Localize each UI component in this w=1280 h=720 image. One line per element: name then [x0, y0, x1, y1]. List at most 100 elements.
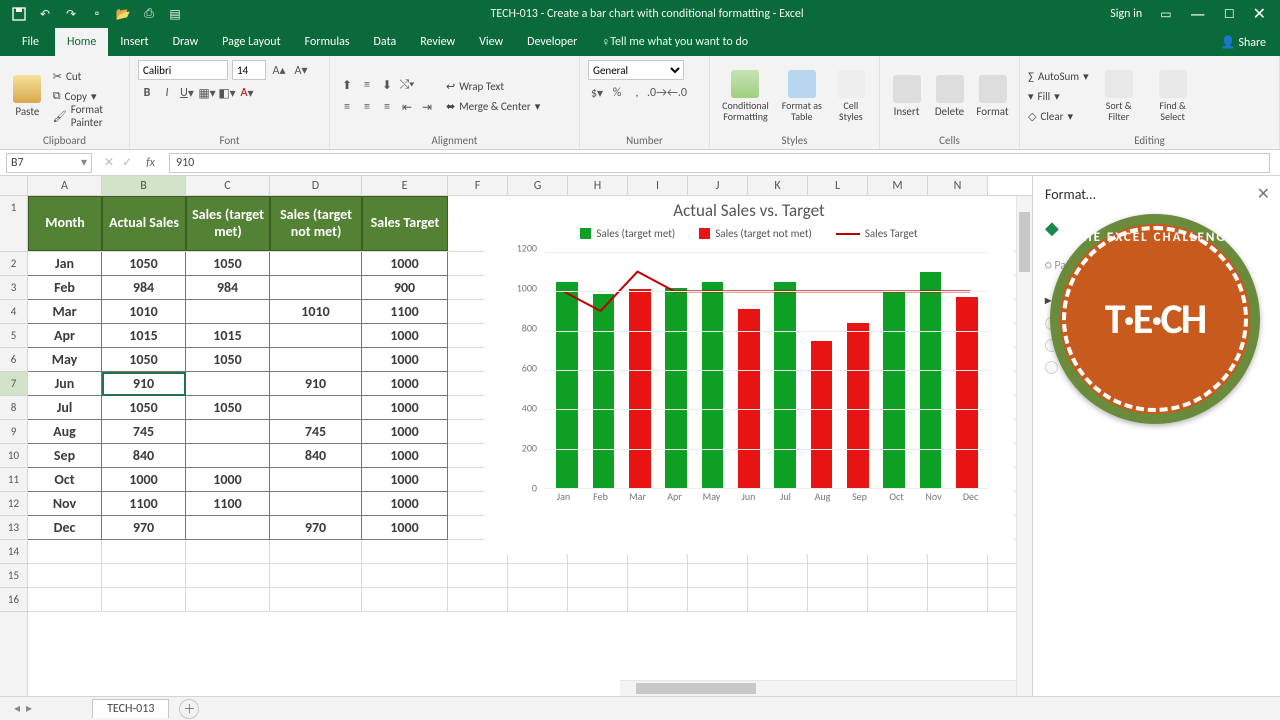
- colhdr-L[interactable]: L: [808, 176, 868, 195]
- signin-link[interactable]: Sign in: [1110, 7, 1142, 21]
- tab-developer[interactable]: Developer: [515, 28, 589, 56]
- tab-draw[interactable]: Draw: [161, 28, 211, 56]
- close-icon[interactable]: ✕: [1253, 4, 1266, 24]
- rowhdr-15[interactable]: 15: [0, 564, 27, 588]
- sort-filter-button[interactable]: Sort & Filter: [1095, 70, 1143, 122]
- cut-button[interactable]: ✂ Cut: [53, 66, 121, 86]
- rowhdr-13[interactable]: 13: [0, 516, 27, 540]
- cell-C11[interactable]: 1000: [186, 468, 270, 492]
- rowhdr-5[interactable]: 5: [0, 324, 27, 348]
- undo-icon[interactable]: ↶: [36, 5, 54, 23]
- colhdr-K[interactable]: K: [748, 176, 808, 195]
- cell-C3[interactable]: 984: [186, 276, 270, 300]
- font-size-select[interactable]: [232, 60, 266, 80]
- cell-E2[interactable]: 1000: [362, 252, 448, 276]
- colhdr-A[interactable]: A: [28, 176, 102, 195]
- vertical-scrollbar[interactable]: [1016, 196, 1032, 696]
- format-cells-button[interactable]: Format: [974, 75, 1011, 118]
- tab-page-layout[interactable]: Page Layout: [210, 28, 292, 56]
- colhdr-J[interactable]: J: [688, 176, 748, 195]
- cell-A5[interactable]: Apr: [28, 324, 102, 348]
- enter-formula-icon[interactable]: ✓: [122, 155, 132, 170]
- cell-D7[interactable]: 910: [270, 372, 362, 396]
- save-icon[interactable]: [10, 5, 28, 23]
- cell-A3[interactable]: Feb: [28, 276, 102, 300]
- font-color-icon[interactable]: A▾: [238, 84, 256, 102]
- cell-A13[interactable]: Dec: [28, 516, 102, 540]
- format-as-table-button[interactable]: Format as Table: [779, 70, 825, 122]
- bold-icon[interactable]: B: [138, 84, 156, 102]
- cell-D4[interactable]: 1010: [270, 300, 362, 324]
- rowhdr-7[interactable]: 7: [0, 372, 27, 396]
- border-icon[interactable]: ▦▾: [198, 84, 216, 102]
- decrease-decimal-icon[interactable]: ←.0: [668, 84, 686, 102]
- percent-icon[interactable]: %: [608, 84, 626, 102]
- cell-E10[interactable]: 1000: [362, 444, 448, 468]
- increase-decimal-icon[interactable]: .0→: [648, 84, 666, 102]
- cell-D5[interactable]: [270, 324, 362, 348]
- conditional-formatting-button[interactable]: Conditional Formatting: [718, 70, 773, 122]
- cell-D10[interactable]: 840: [270, 444, 362, 468]
- cell-A10[interactable]: Sep: [28, 444, 102, 468]
- fill-color-icon[interactable]: ◧▾: [218, 84, 236, 102]
- cell-A4[interactable]: Mar: [28, 300, 102, 324]
- align-bottom-icon[interactable]: ⬇: [378, 76, 396, 94]
- tell-me[interactable]: ♀ Tell me what you want to do: [589, 28, 760, 56]
- colhdr-M[interactable]: M: [868, 176, 928, 195]
- worksheet[interactable]: A B C D E F G H I J K L M N 123456789101…: [0, 176, 1032, 696]
- open-icon[interactable]: 📂: [114, 5, 132, 23]
- cell-E11[interactable]: 1000: [362, 468, 448, 492]
- cell-B5[interactable]: 1015: [102, 324, 186, 348]
- tab-review[interactable]: Review: [408, 28, 467, 56]
- cell-E8[interactable]: 1000: [362, 396, 448, 420]
- tab-view[interactable]: View: [467, 28, 515, 56]
- rowhdr-2[interactable]: 2: [0, 252, 27, 276]
- new-icon[interactable]: ▫: [88, 5, 106, 23]
- cell-D12[interactable]: [270, 492, 362, 516]
- rowhdr-4[interactable]: 4: [0, 300, 27, 324]
- cell-E3[interactable]: 900: [362, 276, 448, 300]
- format-painter-button[interactable]: 🖌 Format Painter: [53, 106, 121, 126]
- cell-styles-button[interactable]: Cell Styles: [831, 70, 871, 122]
- name-box[interactable]: B7▾: [6, 153, 92, 173]
- rowhdr-1[interactable]: 1: [0, 196, 27, 252]
- sheet-nav-prev-icon[interactable]: ◂: [14, 701, 20, 716]
- rowhdr-11[interactable]: 11: [0, 468, 27, 492]
- cell-B12[interactable]: 1100: [102, 492, 186, 516]
- rowhdr-10[interactable]: 10: [0, 444, 27, 468]
- delete-cells-button[interactable]: Delete: [931, 75, 968, 118]
- add-sheet-button[interactable]: ＋: [179, 699, 199, 719]
- ribbon-display-icon[interactable]: ▭: [1160, 7, 1171, 22]
- cell-A7[interactable]: Jun: [28, 372, 102, 396]
- cell-B3[interactable]: 984: [102, 276, 186, 300]
- colhdr-F[interactable]: F: [448, 176, 508, 195]
- cell-D2[interactable]: [270, 252, 362, 276]
- rowhdr-14[interactable]: 14: [0, 540, 27, 564]
- cell-C9[interactable]: [186, 420, 270, 444]
- align-left-icon[interactable]: ≡: [338, 98, 356, 116]
- cell-B10[interactable]: 840: [102, 444, 186, 468]
- colhdr-D[interactable]: D: [270, 176, 362, 195]
- sheet-nav-next-icon[interactable]: ▸: [26, 701, 32, 716]
- find-select-button[interactable]: Find & Select: [1149, 70, 1197, 122]
- wrap-text-button[interactable]: ↩ Wrap Text: [446, 76, 540, 96]
- cell-B4[interactable]: 1010: [102, 300, 186, 324]
- cell-D3[interactable]: [270, 276, 362, 300]
- orientation-icon[interactable]: ⤭▾: [398, 76, 416, 94]
- cell-A12[interactable]: Nov: [28, 492, 102, 516]
- tab-home[interactable]: Home: [55, 28, 108, 56]
- underline-icon[interactable]: U▾: [178, 84, 196, 102]
- sheet-tab[interactable]: TECH-013: [92, 699, 169, 718]
- share-button[interactable]: 👤 Share: [1221, 35, 1266, 50]
- cell-E12[interactable]: 1000: [362, 492, 448, 516]
- select-all-button[interactable]: [0, 176, 28, 195]
- cell-A6[interactable]: May: [28, 348, 102, 372]
- insert-cells-button[interactable]: Insert: [888, 75, 925, 118]
- cell-D8[interactable]: [270, 396, 362, 420]
- rowhdr-9[interactable]: 9: [0, 420, 27, 444]
- fx-icon[interactable]: fx: [146, 156, 155, 170]
- cell-D13[interactable]: 970: [270, 516, 362, 540]
- align-right-icon[interactable]: ≡: [378, 98, 396, 116]
- colhdr-I[interactable]: I: [628, 176, 688, 195]
- cell-C6[interactable]: 1050: [186, 348, 270, 372]
